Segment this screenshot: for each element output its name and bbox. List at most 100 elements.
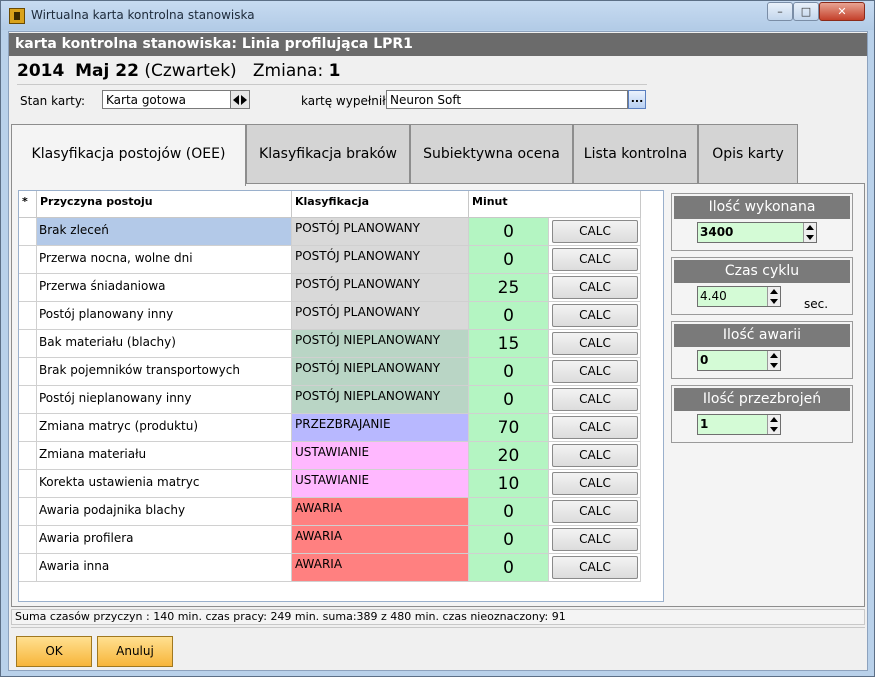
row-selector[interactable] [19,386,37,414]
calc-button[interactable]: CALC [552,500,638,523]
minutes-cell[interactable]: 0 [469,498,549,526]
minutes-cell[interactable]: 25 [469,274,549,302]
row-selector[interactable] [19,470,37,498]
calc-button[interactable]: CALC [552,388,638,411]
class-cell[interactable]: POSTÓJ PLANOWANY [292,274,469,302]
calc-button[interactable]: CALC [552,416,638,439]
maximize-button[interactable]: □ [793,2,819,21]
calc-button[interactable]: CALC [552,276,638,299]
tab-rejects[interactable]: Klasyfikacja braków [246,124,410,184]
class-cell[interactable]: POSTÓJ NIEPLANOWANY [292,330,469,358]
class-cell[interactable]: POSTÓJ NIEPLANOWANY [292,386,469,414]
reason-cell[interactable]: Korekta ustawienia matryc [37,470,292,498]
reason-cell[interactable]: Awaria inna [37,554,292,582]
spinner-icon[interactable] [803,223,816,242]
calc-button[interactable]: CALC [552,472,638,495]
spinner-icon[interactable] [767,351,780,370]
table-row[interactable]: Korekta ustawienia matryc USTAWIANIE 10 CAL… [19,470,663,498]
table-row[interactable]: Brak pojemników transportowych POSTÓJ NIE… [19,358,663,386]
row-selector[interactable] [19,330,37,358]
class-cell[interactable]: POSTÓJ NIEPLANOWANY [292,358,469,386]
minutes-cell[interactable]: 0 [469,526,549,554]
class-cell[interactable]: AWARIA [292,526,469,554]
reason-cell[interactable]: Zmiana materiału [37,442,292,470]
row-selector[interactable] [19,442,37,470]
table-row[interactable]: Zmiana materiału USTAWIANIE 20 CALC [19,442,663,470]
reason-cell[interactable]: Zmiana matryc (produktu) [37,414,292,442]
tab-oee[interactable]: Klasyfikacja postojów (OEE) [11,124,246,186]
class-cell[interactable]: POSTÓJ PLANOWANY [292,218,469,246]
calc-button[interactable]: CALC [552,528,638,551]
class-cell[interactable]: USTAWIANIE [292,442,469,470]
table-row[interactable]: Brak zleceń POSTÓJ PLANOWANY 0 CALC [19,218,663,246]
state-combo[interactable]: Karta gotowa [102,90,250,109]
grid-header-minutes[interactable]: Minut [469,191,641,218]
minutes-cell[interactable]: 0 [469,386,549,414]
row-selector[interactable] [19,498,37,526]
minutes-cell[interactable]: 0 [469,358,549,386]
cancel-button[interactable]: Anuluj [97,636,173,667]
class-cell[interactable]: POSTÓJ PLANOWANY [292,246,469,274]
row-selector[interactable] [19,246,37,274]
table-row[interactable]: Przerwa śniadaniowa POSTÓJ PLANOWANY 25 CAL… [19,274,663,302]
filled-by-field[interactable]: Neuron Soft [386,90,628,109]
reason-cell[interactable]: Awaria podajnika blachy [37,498,292,526]
tab-subjective[interactable]: Subiektywna ocena [410,124,573,184]
cycle-time-input[interactable]: 4.40 [697,286,781,307]
calc-button[interactable]: CALC [552,304,638,327]
table-row[interactable]: Postój nieplanowany inny POSTÓJ NIEPLANOW… [19,386,663,414]
spinner-icon[interactable] [767,287,780,306]
ok-button[interactable]: OK [16,636,92,667]
class-cell[interactable]: PRZEZBRAJANIE [292,414,469,442]
table-row[interactable]: Przerwa nocna, wolne dni POSTÓJ PLANOWANY… [19,246,663,274]
row-selector[interactable] [19,358,37,386]
minutes-cell[interactable]: 0 [469,554,549,582]
minutes-cell[interactable]: 0 [469,302,549,330]
class-cell[interactable]: POSTÓJ PLANOWANY [292,302,469,330]
grid-header-reason[interactable]: Przyczyna postoju [37,191,292,218]
minutes-cell[interactable]: 20 [469,442,549,470]
minutes-cell[interactable]: 70 [469,414,549,442]
table-row[interactable]: Zmiana matryc (produktu) PRZEZBRAJANIE 70 C… [19,414,663,442]
table-row[interactable]: Awaria inna AWARIA 0 CALC [19,554,663,582]
calc-button[interactable]: CALC [552,332,638,355]
table-row[interactable]: Bak materiału (blachy) POSTÓJ NIEPLANOWAN… [19,330,663,358]
reason-cell[interactable]: Brak zleceń [37,218,292,246]
class-cell[interactable]: AWARIA [292,498,469,526]
calc-button[interactable]: CALC [552,556,638,579]
calc-button[interactable]: CALC [552,248,638,271]
minutes-cell[interactable]: 0 [469,218,549,246]
calc-button[interactable]: CALC [552,444,638,467]
grid-header-class[interactable]: Klasyfikacja [292,191,469,218]
row-selector[interactable] [19,218,37,246]
table-row[interactable]: Postój planowany inny POSTÓJ PLANOWANY 0 CA… [19,302,663,330]
changeovers-input[interactable]: 1 [697,414,781,435]
class-cell[interactable]: USTAWIANIE [292,470,469,498]
table-row[interactable]: Awaria podajnika blachy AWARIA 0 CALC [19,498,663,526]
reason-cell[interactable]: Postój nieplanowany inny [37,386,292,414]
class-cell[interactable]: AWARIA [292,554,469,582]
row-selector[interactable] [19,274,37,302]
reason-cell[interactable]: Bak materiału (blachy) [37,330,292,358]
state-arrows-icon[interactable] [230,91,249,108]
reason-cell[interactable]: Brak pojemników transportowych [37,358,292,386]
table-row[interactable]: Awaria profilera AWARIA 0 CALC [19,526,663,554]
tab-checklist[interactable]: Lista kontrolna [573,124,698,184]
row-selector[interactable] [19,414,37,442]
minutes-cell[interactable]: 10 [469,470,549,498]
title-bar[interactable]: Wirtualna karta kontrolna stanowiska – □… [1,1,874,30]
minimize-button[interactable]: – [767,2,793,21]
minutes-cell[interactable]: 15 [469,330,549,358]
row-selector[interactable] [19,302,37,330]
calc-button[interactable]: CALC [552,220,638,243]
close-button[interactable]: ✕ [819,2,865,21]
reason-cell[interactable]: Awaria profilera [37,526,292,554]
reason-cell[interactable]: Postój planowany inny [37,302,292,330]
qty-done-input[interactable]: 3400 [697,222,817,243]
tab-description[interactable]: Opis karty [698,124,798,184]
failures-input[interactable]: 0 [697,350,781,371]
row-selector[interactable] [19,554,37,582]
reason-cell[interactable]: Przerwa nocna, wolne dni [37,246,292,274]
calc-button[interactable]: CALC [552,360,638,383]
minutes-cell[interactable]: 0 [469,246,549,274]
